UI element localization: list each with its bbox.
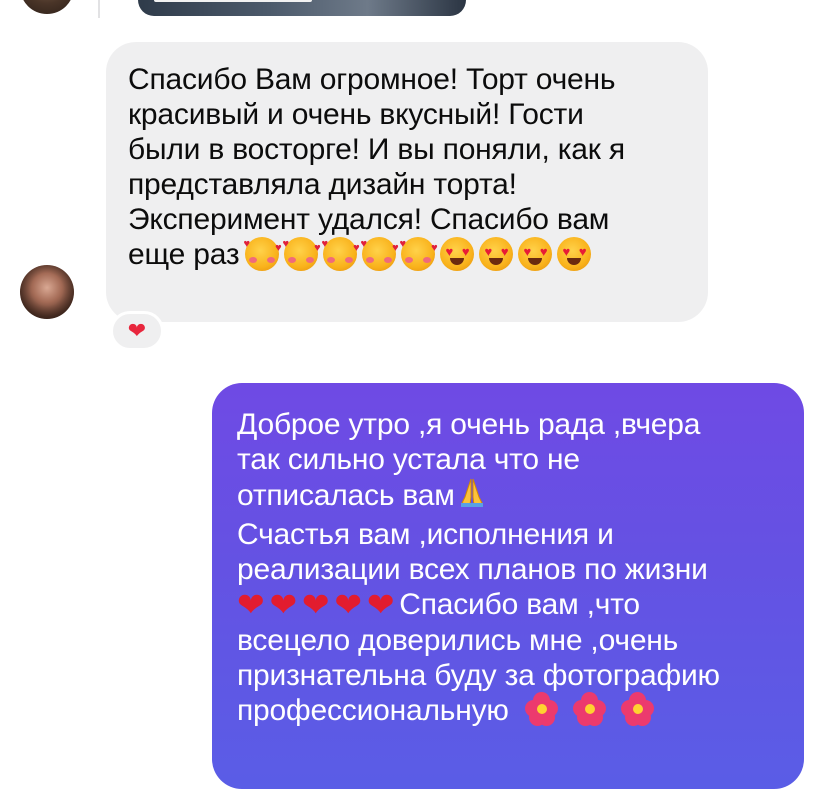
heart-eyes-icon: ♥ ♥ [479, 237, 514, 272]
message-line-with-flowers: профессиональную [237, 691, 786, 729]
message-line-with-hearts: ❤ ❤ ❤ ❤ ❤ Спасибо вам ,что [237, 587, 786, 623]
heart-icon: ❤ [127, 318, 147, 343]
red-heart-icon: ❤ [334, 585, 362, 623]
message-line: Спасибо вам ,что [399, 588, 640, 621]
smiling-face-with-hearts-icon: ♥ ♥ [243, 237, 282, 272]
incoming-message-bubble[interactable]: Спасибо Вам огромное! Торт очень красивы… [106, 42, 708, 322]
previous-media-message[interactable] [138, 0, 466, 16]
message-line: профессиональную [237, 693, 509, 727]
heart-eyes-icon: ♥ ♥ [440, 237, 475, 272]
red-heart-icon: ❤ [269, 585, 297, 623]
message-line: Эксперимент удался! Спасибо вам [128, 203, 610, 236]
message-line: были в восторге! И вы поняли, как я [128, 133, 625, 166]
message-line: реализации всех планов по жизни [237, 553, 708, 586]
smiling-face-with-hearts-icon: ♥ ♥ [282, 237, 321, 272]
message-line: красивый и очень вкусный! Гости [128, 98, 584, 131]
hibiscus-icon [524, 691, 559, 726]
message-line-with-emoji: отписалась вам [237, 477, 786, 517]
message-line: еще раз [128, 238, 240, 271]
emoji-row: ♥ ♥ ♥ ♥ ♥ ♥ ♥ ♥ ♥ ♥ ♥ ♥ ♥ ♥ ♥ ♥ ♥ ♥ [243, 237, 592, 272]
smiling-face-with-hearts-icon: ♥ ♥ [399, 237, 438, 272]
message-line: представляла дизайн торта! [128, 168, 517, 201]
message-line-with-emojis: еще раз ♥ ♥ ♥ ♥ ♥ ♥ ♥ ♥ ♥ ♥ ♥ ♥ ♥ ♥ ♥ ♥ ♥ ♥ [128, 237, 688, 273]
message-line: отписалась вам [237, 478, 455, 512]
hibiscus-icon [621, 691, 655, 726]
heart-reaction[interactable]: ❤ [110, 311, 164, 351]
smiling-face-with-hearts-icon: ♥ ♥ [360, 237, 399, 272]
message-line: всецело доверились мне ,очень [237, 623, 679, 657]
message-line: Доброе утро ,я очень рада ,вчера [237, 408, 701, 441]
hibiscus-icon [572, 691, 607, 726]
red-heart-icon: ❤ [301, 585, 330, 623]
incoming-message-text: Спасибо Вам огромное! Торт очень красивы… [128, 62, 688, 273]
message-line: Счастья вам ,исполнения и [237, 518, 614, 551]
heart-eyes-icon: ♥ ♥ [557, 237, 592, 272]
red-heart-icon: ❤ [366, 585, 395, 623]
folded-hands-icon [459, 477, 485, 517]
red-heart-icon: ❤ [237, 585, 265, 623]
media-tag [154, 0, 312, 2]
smiling-face-with-hearts-icon: ♥ ♥ [321, 237, 360, 272]
message-line: Спасибо Вам огромное! Торт очень [128, 63, 616, 96]
outgoing-message-bubble[interactable]: Доброе утро ,я очень рада ,вчера так сил… [212, 383, 804, 789]
previous-sender-avatar[interactable] [20, 0, 74, 14]
heart-eyes-icon: ♥ ♥ [518, 237, 553, 272]
message-line: признательна буду за фотографию [237, 658, 720, 692]
divider [98, 0, 100, 18]
sender-avatar[interactable] [20, 265, 74, 319]
outgoing-message-text: Доброе утро ,я очень рада ,вчера так сил… [237, 407, 786, 729]
message-line: так сильно устала что не [237, 443, 580, 476]
